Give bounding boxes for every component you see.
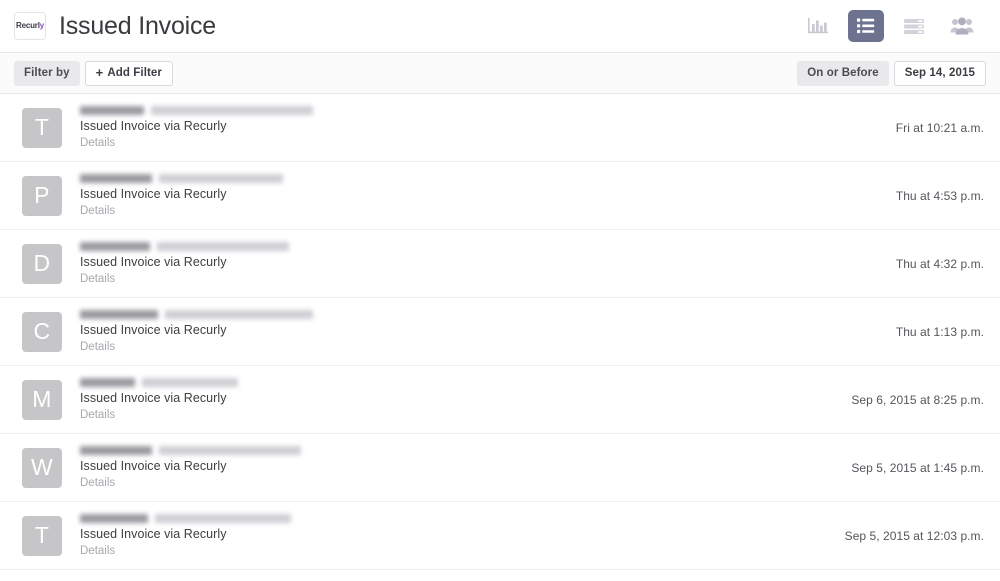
activity-description: Issued Invoice via Recurly (80, 323, 227, 337)
redacted-email (157, 242, 289, 251)
details-link[interactable]: Details (80, 408, 831, 422)
page-title: Issued Invoice (59, 11, 217, 40)
people-icon (950, 17, 974, 36)
activity-row-body: Issued Invoice via Recurly Details (80, 241, 876, 286)
list-view-icon (856, 17, 876, 35)
activity-description: Issued Invoice via Recurly (80, 119, 227, 133)
add-filter-label: Add Filter (107, 67, 163, 79)
activity-timestamp: Thu at 1:13 p.m. (895, 324, 984, 339)
activity-timestamp: Thu at 4:32 p.m. (895, 256, 984, 271)
details-link[interactable]: Details (80, 544, 825, 558)
page-header: Recurly Issued Invoice (0, 0, 1000, 53)
avatar: M (22, 379, 62, 420)
redacted-email (165, 310, 313, 319)
activity-description: Issued Invoice via Recurly (80, 391, 227, 405)
redacted-name (80, 310, 158, 319)
redacted-account-line (80, 105, 876, 116)
activity-row-body: Issued Invoice via Recurly Details (80, 105, 876, 150)
activity-row[interactable]: M Issued Invoice via Recurly Details Sep 6,… (0, 366, 1000, 434)
redacted-account-line (80, 173, 876, 184)
activity-list: T Issued Invoice via Recurly Details Fri at… (0, 94, 1000, 581)
avatar: D (22, 243, 62, 284)
avatar: W (22, 447, 62, 488)
redacted-email (155, 514, 291, 523)
redacted-name (80, 446, 152, 455)
rows-view-icon (903, 17, 925, 35)
redacted-account-line (80, 309, 876, 320)
activity-row[interactable]: T Issued Invoice via Recurly Details Sep 5,… (0, 502, 1000, 570)
date-value-button[interactable]: Sep 14, 2015 (893, 60, 986, 86)
activity-description: Issued Invoice via Recurly (80, 255, 227, 269)
activity-description: Issued Invoice via Recurly (80, 527, 227, 541)
activity-row[interactable]: C Issued Invoice via Recurly Details Thu at… (0, 298, 1000, 366)
activity-description: Issued Invoice via Recurly (80, 187, 227, 201)
plus-icon: + (95, 65, 104, 80)
activity-row[interactable]: P Issued Invoice via Recurly Details Thu at… (0, 162, 1000, 230)
avatar: T (22, 515, 62, 556)
details-link[interactable]: Details (80, 204, 876, 218)
details-link[interactable]: Details (80, 272, 876, 286)
avatar: C (22, 311, 62, 352)
redacted-account-line (80, 513, 825, 524)
activity-row-body: Issued Invoice via Recurly Details (80, 173, 876, 218)
details-link[interactable]: Details (80, 340, 876, 354)
date-filter-group: On or Before Sep 14, 2015 (797, 60, 986, 86)
logo-tail-text: y (39, 21, 44, 30)
redacted-email (159, 446, 301, 455)
avatar: P (22, 175, 62, 216)
details-link[interactable]: Details (80, 136, 876, 150)
redacted-name (80, 174, 152, 183)
activity-row-body: Issued Invoice via Recurly Details (80, 377, 831, 422)
activity-row-body: Issued Invoice via Recurly Details (80, 309, 876, 354)
recurly-logo[interactable]: Recurly (14, 12, 46, 40)
date-condition-label: On or Before (797, 60, 889, 86)
activity-row[interactable]: D Issued Invoice via Recurly Details Thu at… (0, 230, 1000, 298)
bar-chart-icon-button[interactable] (800, 10, 836, 42)
app-root: Recurly Issued Invoice Filter by + Add F… (0, 0, 1000, 581)
people-icon-button[interactable] (944, 10, 980, 42)
redacted-email (159, 174, 283, 183)
activity-timestamp: Fri at 10:21 a.m. (895, 120, 984, 135)
details-link[interactable]: Details (80, 476, 831, 490)
bar-chart-icon (807, 16, 829, 36)
logo-main-text: Recurl (16, 21, 40, 30)
recurly-logo-text: Recurly (16, 22, 44, 30)
activity-row[interactable]: T Issued Invoice via Recurly Details Fri at… (0, 94, 1000, 162)
redacted-name (80, 378, 135, 387)
redacted-name (80, 514, 148, 523)
redacted-name (80, 106, 144, 115)
redacted-name (80, 242, 150, 251)
brand-block: Recurly Issued Invoice (14, 12, 216, 40)
redacted-account-line (80, 377, 831, 388)
header-actions (800, 10, 984, 42)
filter-bar: Filter by + Add Filter On or Before Sep … (0, 53, 1000, 94)
activity-timestamp: Sep 5, 2015 at 12:03 p.m. (844, 528, 984, 543)
redacted-email (151, 106, 313, 115)
avatar: T (22, 107, 62, 148)
filter-by-label: Filter by (14, 60, 80, 86)
activity-row-body: Issued Invoice via Recurly Details (80, 513, 825, 558)
redacted-account-line (80, 241, 876, 252)
list-view-icon-button[interactable] (848, 10, 884, 42)
activity-row-body: Issued Invoice via Recurly Details (80, 445, 831, 490)
activity-description: Issued Invoice via Recurly (80, 459, 227, 473)
activity-timestamp: Thu at 4:53 p.m. (895, 188, 984, 203)
activity-timestamp: Sep 5, 2015 at 1:45 p.m. (851, 460, 984, 475)
redacted-email (142, 378, 238, 387)
rows-view-icon-button[interactable] (896, 10, 932, 42)
redacted-account-line (80, 445, 831, 456)
add-filter-button[interactable]: + Add Filter (84, 60, 174, 86)
activity-timestamp: Sep 6, 2015 at 8:25 p.m. (851, 392, 984, 407)
filter-by-group: Filter by + Add Filter (14, 60, 174, 86)
activity-row[interactable]: W Issued Invoice via Recurly Details Sep 5,… (0, 434, 1000, 502)
